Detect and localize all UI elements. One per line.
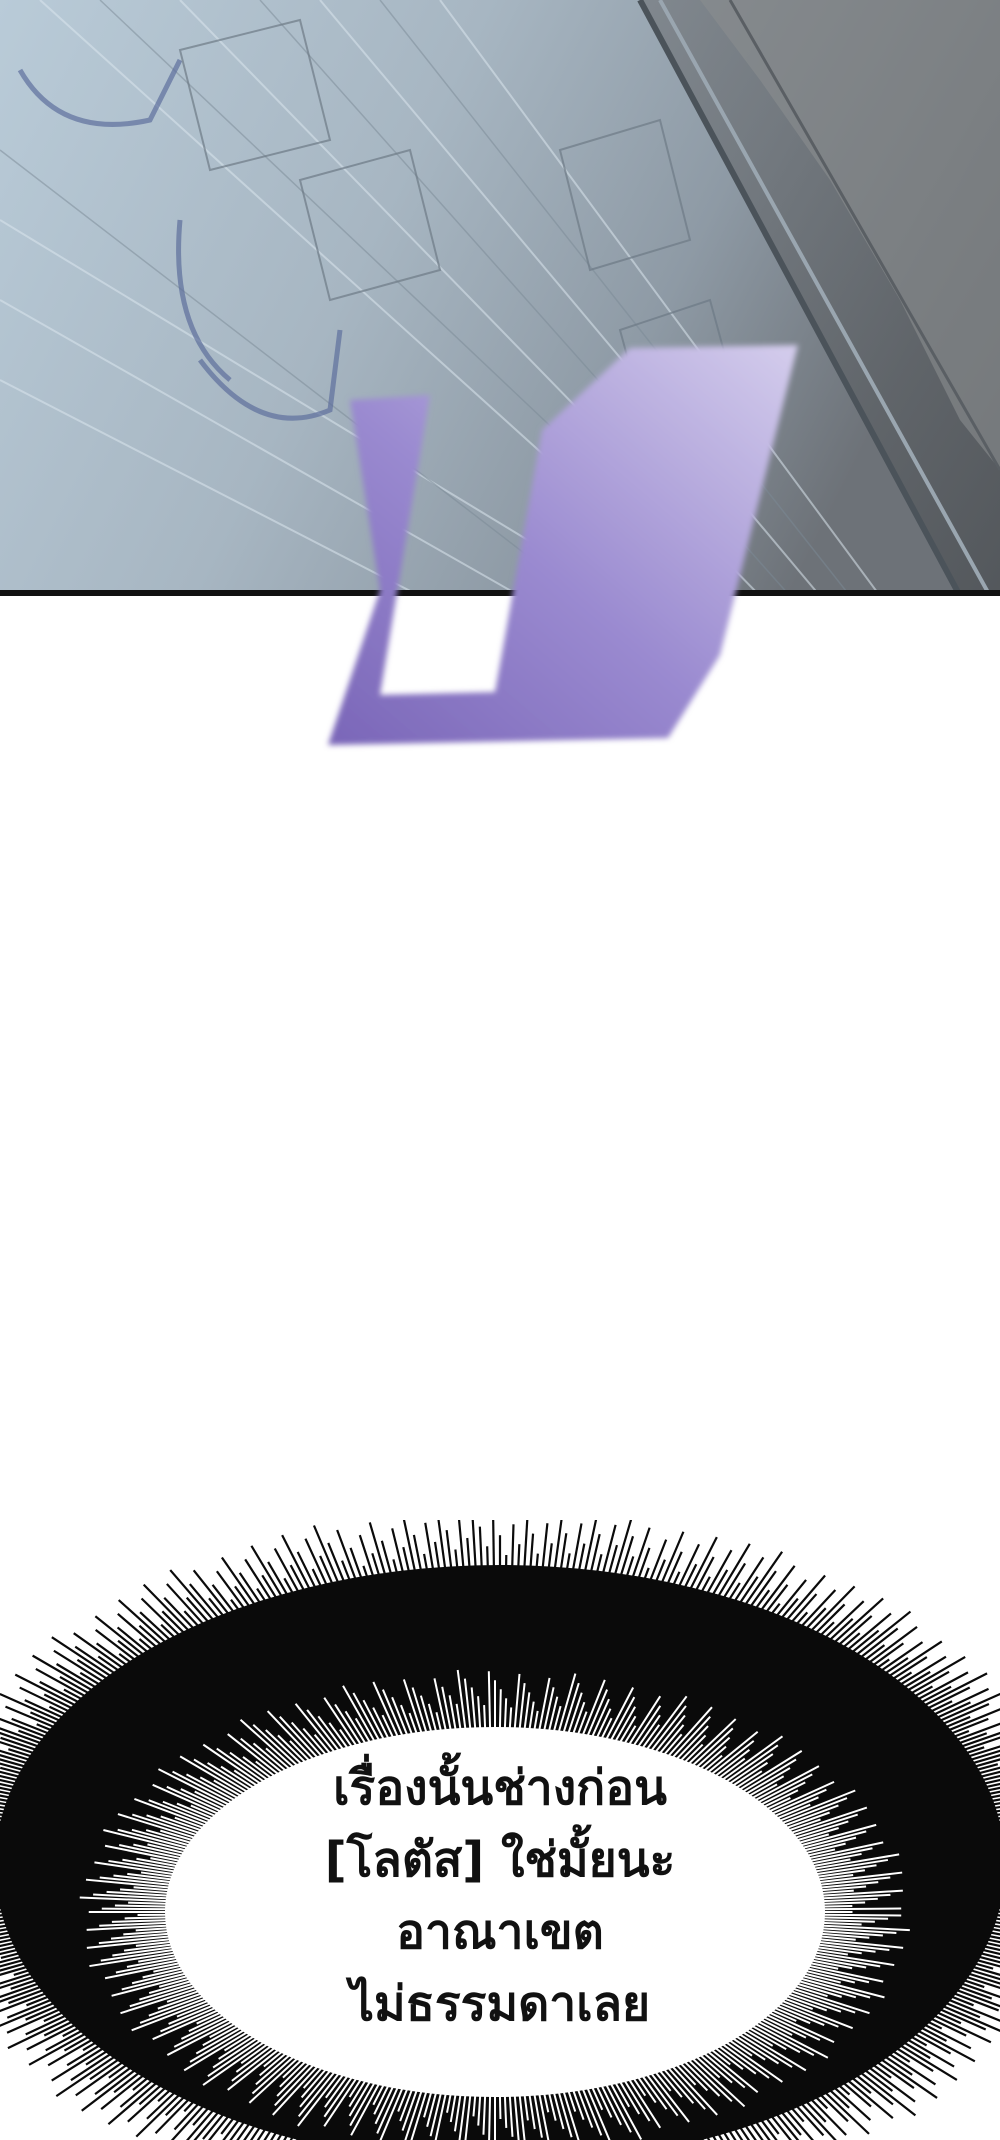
speech-line-3: อาณาเขต: [396, 1904, 604, 1960]
speech-line-4: ไม่ธรรมดาเลย: [349, 1976, 651, 2032]
bubble-inner-spike: [819, 1901, 866, 1905]
bubble-inner-spike: [819, 1913, 902, 1917]
bubble-inner-spike: [488, 2091, 492, 2140]
sound-effect-mark: [328, 345, 798, 745]
bubble-inner-spike: [114, 1904, 171, 1908]
comic-page: เรื่องนั้นช่างก่อน [โลตัส] ใช่มั้ยนะ อาณ…: [0, 0, 1000, 2140]
bubble-inner-spike: [128, 1901, 171, 1905]
bubble-inner-spike: [498, 1689, 502, 1733]
bubble-inner-spike: [819, 1916, 889, 1920]
bubble-inner-spike: [124, 1916, 171, 1920]
speech-bubble-text: เรื่องนั้นช่างก่อน [โลตัส] ใช่มั้ยนะ อาณ…: [200, 1752, 800, 2040]
bubble-inner-spike: [819, 1907, 902, 1911]
bubble-inner-spike: [101, 1907, 171, 1911]
speech-line-2: [โลตัส] ใช่มั้ยนะ: [324, 1832, 676, 1888]
speech-line-1: เรื่องนั้นช่างก่อน: [333, 1760, 667, 1816]
bubble-inner-spike: [487, 1671, 492, 1733]
